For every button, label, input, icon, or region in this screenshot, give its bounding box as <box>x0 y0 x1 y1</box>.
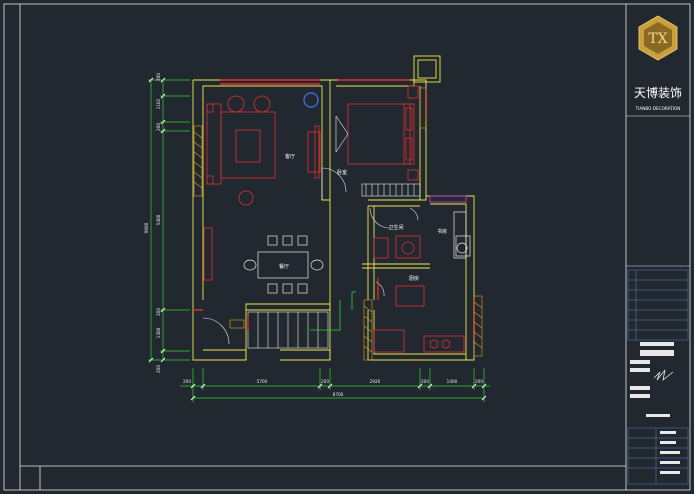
title-block-fills <box>630 342 680 474</box>
room-label-kitchen: 厨房 <box>409 275 419 282</box>
room-label-living: 客厅 <box>285 153 295 160</box>
bottom-dim-0: 200 <box>183 379 191 384</box>
left-dim-total: 9600 <box>144 222 149 233</box>
left-dim-1: 1102 <box>156 98 161 109</box>
bottom-dimension-labels: 200 5700 200 2920 200 1400 200 8700 <box>183 379 483 397</box>
study-fixtures <box>453 211 471 259</box>
left-dim-0: 200 <box>156 73 161 81</box>
bedroom-furniture <box>347 85 419 181</box>
room-label-dining: 餐厅 <box>279 263 289 270</box>
cabinet-left <box>203 227 213 281</box>
bathroom-fixtures <box>373 235 421 259</box>
svg-text:TX: TX <box>648 31 667 47</box>
left-dim-4: 200 <box>156 308 161 316</box>
walls <box>192 55 475 361</box>
bottom-dim-4: 200 <box>421 379 429 384</box>
left-dimension-labels: 200 1102 200 5400 200 1300 200 9600 <box>144 73 161 373</box>
left-dim-3: 5400 <box>156 214 161 225</box>
bottom-dim-1: 5700 <box>257 379 268 384</box>
bottom-dim-total: 8700 <box>333 392 344 397</box>
plant-marker <box>303 92 319 108</box>
bottom-dim-3: 2920 <box>370 379 381 384</box>
sheet-border <box>3 3 691 491</box>
title-block: TX 天博装饰 TIANBO DECORATION <box>626 15 690 485</box>
company-name-en: TIANBO DECORATION <box>635 106 681 111</box>
bottom-dim-2: 200 <box>321 379 329 384</box>
company-name: 天博装饰 <box>634 85 682 100</box>
stair-arrows <box>310 291 356 331</box>
study-window <box>429 195 467 203</box>
left-dim-5: 1300 <box>156 327 161 338</box>
floor-plan-drawing: 200 1102 200 5400 200 1300 200 9600 200 … <box>3 3 691 491</box>
bedroom-window-lines <box>335 115 349 153</box>
bottom-dim-5: 1400 <box>447 379 458 384</box>
kitchen-fixtures <box>373 285 465 353</box>
signature-mark <box>653 369 674 381</box>
hatched-walls <box>193 87 483 361</box>
left-dimension-chain <box>148 79 190 361</box>
company-logo: TX <box>638 15 678 61</box>
left-dim-6: 200 <box>156 365 161 373</box>
door-swings <box>202 167 419 345</box>
living-room-furniture <box>206 95 321 206</box>
bottom-dim-6: 200 <box>475 379 483 384</box>
wardrobe <box>361 183 421 197</box>
room-label-study: 书房 <box>437 228 447 235</box>
window-frames <box>193 79 475 340</box>
left-dim-2: 200 <box>156 123 161 131</box>
room-label-bedroom: 卧室 <box>337 169 347 176</box>
room-label-bathroom: 卫生间 <box>388 224 403 231</box>
